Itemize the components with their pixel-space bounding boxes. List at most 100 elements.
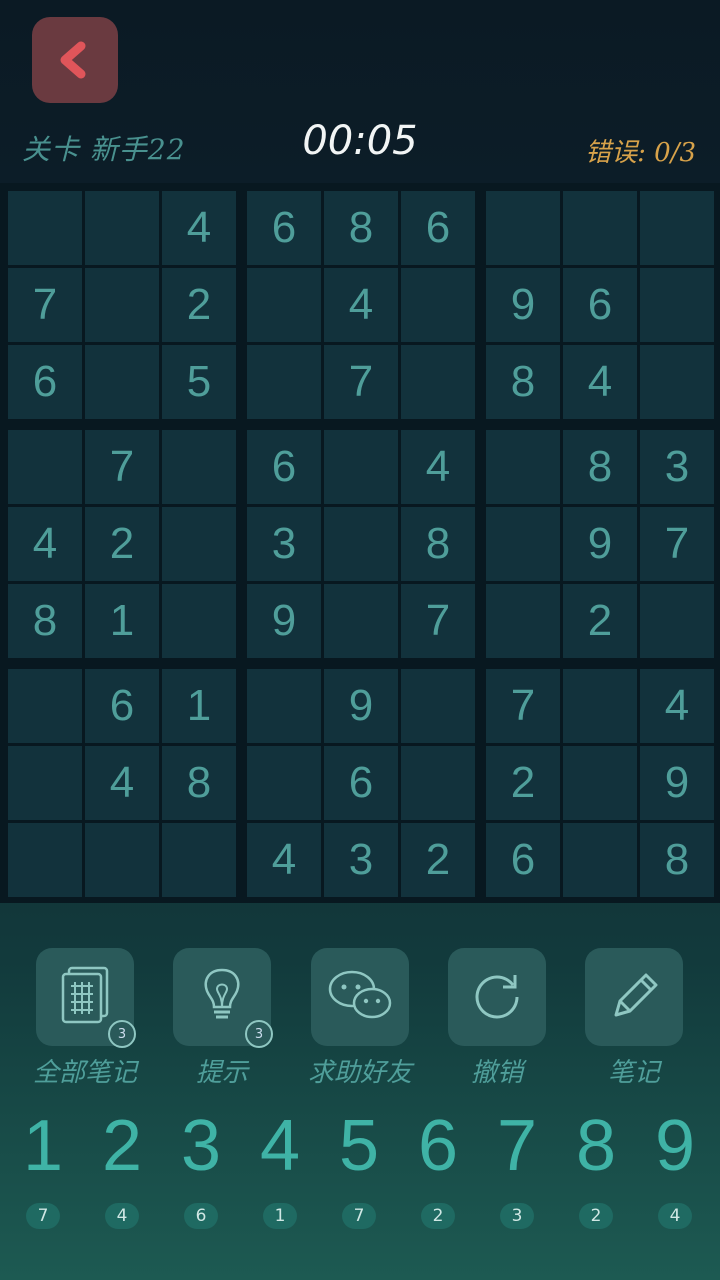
sudoku-cell[interactable]: 1 [162, 669, 236, 743]
sudoku-cell[interactable] [8, 191, 82, 265]
sudoku-cell[interactable]: 6 [85, 669, 159, 743]
sudoku-cell[interactable]: 6 [8, 345, 82, 419]
sudoku-cell[interactable]: 8 [162, 746, 236, 820]
sudoku-cell[interactable] [85, 345, 159, 419]
sudoku-cell[interactable] [563, 191, 637, 265]
number-button-5[interactable]: 5 [319, 1105, 399, 1187]
sudoku-cell[interactable] [640, 345, 714, 419]
sudoku-cell[interactable]: 4 [401, 430, 475, 504]
tool-button-undo[interactable] [448, 948, 546, 1046]
number-button-7[interactable]: 7 [477, 1105, 557, 1187]
sudoku-cell[interactable]: 6 [247, 430, 321, 504]
number-button-4[interactable]: 4 [240, 1105, 320, 1187]
sudoku-cell[interactable]: 8 [8, 584, 82, 658]
sudoku-cell[interactable]: 2 [486, 746, 560, 820]
sudoku-cell[interactable] [640, 268, 714, 342]
sudoku-cell[interactable] [162, 430, 236, 504]
sudoku-cell[interactable]: 6 [324, 746, 398, 820]
sudoku-cell[interactable]: 4 [640, 669, 714, 743]
sudoku-cell[interactable]: 4 [8, 507, 82, 581]
sudoku-cell[interactable] [247, 669, 321, 743]
sudoku-cell[interactable]: 4 [162, 191, 236, 265]
sudoku-cell[interactable]: 3 [324, 823, 398, 897]
sudoku-cell[interactable]: 2 [85, 507, 159, 581]
number-button-9[interactable]: 9 [635, 1105, 715, 1187]
sudoku-cell[interactable]: 8 [324, 191, 398, 265]
sudoku-cell[interactable]: 9 [324, 669, 398, 743]
sudoku-cell[interactable] [324, 584, 398, 658]
sudoku-cell[interactable] [563, 669, 637, 743]
sudoku-cell[interactable]: 7 [324, 345, 398, 419]
sudoku-cell[interactable]: 2 [401, 823, 475, 897]
sudoku-cell[interactable] [401, 746, 475, 820]
sudoku-cell[interactable]: 5 [162, 345, 236, 419]
sudoku-cell[interactable] [8, 746, 82, 820]
sudoku-cell[interactable]: 3 [247, 507, 321, 581]
sudoku-cell[interactable] [486, 191, 560, 265]
sudoku-cell[interactable] [640, 191, 714, 265]
sudoku-cell[interactable] [486, 430, 560, 504]
sudoku-cell[interactable] [486, 507, 560, 581]
sudoku-cell[interactable] [563, 823, 637, 897]
tool-button-pencil[interactable] [585, 948, 683, 1046]
sudoku-cell[interactable]: 8 [401, 507, 475, 581]
sudoku-cell[interactable] [162, 823, 236, 897]
sudoku-cell[interactable] [162, 584, 236, 658]
sudoku-cell[interactable] [162, 507, 236, 581]
sudoku-cell[interactable] [8, 669, 82, 743]
sudoku-cell[interactable]: 7 [401, 584, 475, 658]
sudoku-cell[interactable] [85, 823, 159, 897]
sudoku-cell[interactable] [401, 345, 475, 419]
sudoku-cell[interactable] [324, 430, 398, 504]
sudoku-cell[interactable]: 9 [563, 507, 637, 581]
number-button-6[interactable]: 6 [398, 1105, 478, 1187]
sudoku-cell[interactable] [8, 430, 82, 504]
sudoku-cell[interactable]: 7 [8, 268, 82, 342]
sudoku-cell[interactable]: 6 [486, 823, 560, 897]
sudoku-cell[interactable]: 6 [563, 268, 637, 342]
back-button[interactable] [32, 17, 118, 103]
sudoku-cell[interactable]: 6 [247, 191, 321, 265]
sudoku-cell[interactable]: 7 [486, 669, 560, 743]
sudoku-cell[interactable]: 1 [85, 584, 159, 658]
sudoku-cell[interactable]: 2 [162, 268, 236, 342]
tool-button-lightbulb[interactable]: 3 [173, 948, 273, 1048]
sudoku-cell[interactable] [640, 584, 714, 658]
sudoku-cell[interactable] [247, 268, 321, 342]
sudoku-cell[interactable]: 4 [85, 746, 159, 820]
sudoku-cell[interactable]: 9 [486, 268, 560, 342]
sudoku-cell[interactable]: 4 [247, 823, 321, 897]
sudoku-cell[interactable]: 8 [563, 430, 637, 504]
sudoku-cell[interactable]: 9 [247, 584, 321, 658]
remaining-count: 4 [105, 1203, 139, 1229]
sudoku-cell[interactable]: 8 [640, 823, 714, 897]
sudoku-cell[interactable] [247, 345, 321, 419]
grid-notes-icon [57, 964, 113, 1030]
number-button-1[interactable]: 1 [3, 1105, 83, 1187]
number-button-2[interactable]: 2 [82, 1105, 162, 1187]
sudoku-cell[interactable]: 7 [85, 430, 159, 504]
sudoku-cell[interactable]: 8 [486, 345, 560, 419]
sudoku-cell[interactable]: 6 [401, 191, 475, 265]
sudoku-cell[interactable] [324, 507, 398, 581]
sudoku-cell[interactable]: 2 [563, 584, 637, 658]
sudoku-cell[interactable] [247, 746, 321, 820]
number-button-8[interactable]: 8 [556, 1105, 636, 1187]
sudoku-cell[interactable]: 3 [640, 430, 714, 504]
sudoku-cell[interactable]: 4 [324, 268, 398, 342]
tool-button-grid-notes[interactable]: 3 [36, 948, 136, 1048]
sudoku-cell[interactable]: 7 [640, 507, 714, 581]
sudoku-cell[interactable] [85, 191, 159, 265]
number-button-3[interactable]: 3 [161, 1105, 241, 1187]
sudoku-cell[interactable]: 9 [640, 746, 714, 820]
sudoku-cell[interactable] [401, 669, 475, 743]
sudoku-cell[interactable] [486, 584, 560, 658]
tool-button-wechat[interactable] [311, 948, 409, 1046]
sudoku-cell[interactable] [401, 268, 475, 342]
sudoku-cell[interactable]: 4 [563, 345, 637, 419]
usage-count-badge: 3 [108, 1020, 136, 1048]
sudoku-cell[interactable] [85, 268, 159, 342]
sudoku-cell[interactable] [8, 823, 82, 897]
sudoku-cell[interactable] [563, 746, 637, 820]
usage-count-badge: 3 [245, 1020, 273, 1048]
